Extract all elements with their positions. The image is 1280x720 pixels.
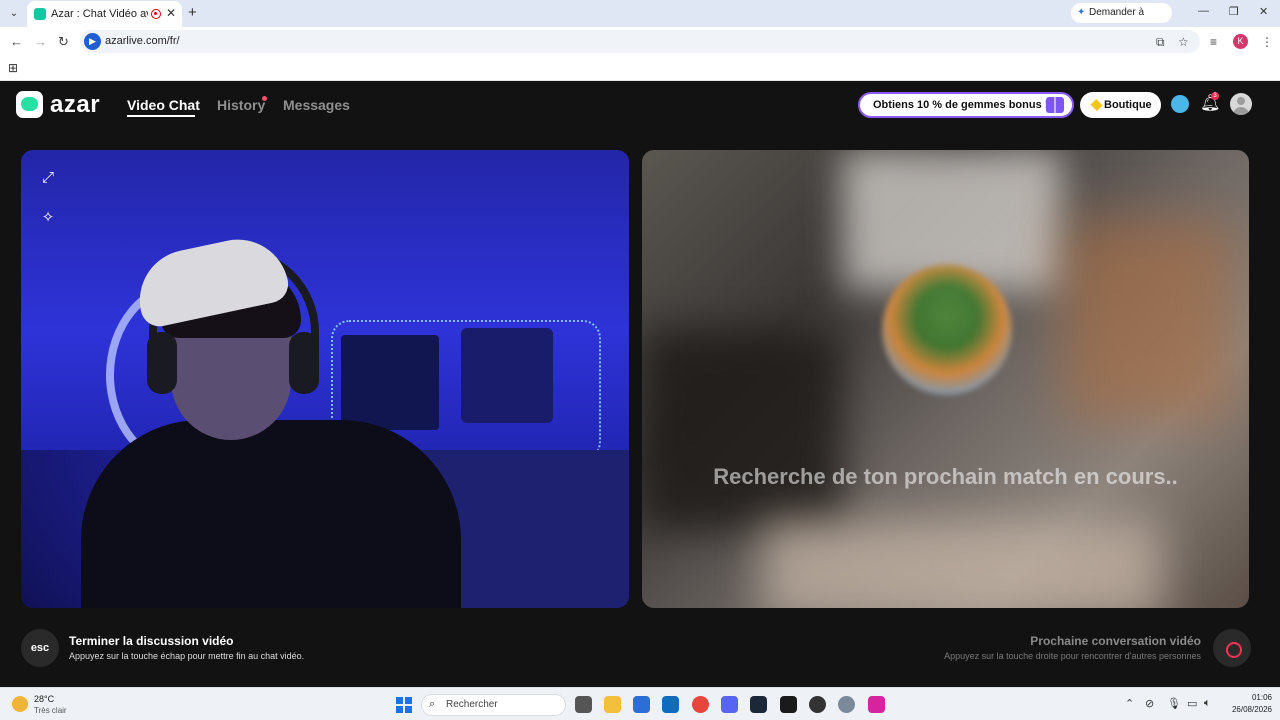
restore-icon[interactable]: ❐ [1229,5,1239,18]
person-body [81,420,461,608]
end-chat-title: Terminer la discussion vidéo [69,634,234,648]
tab-close-icon[interactable]: ✕ [166,6,176,20]
app-icon[interactable] [809,696,826,713]
window-close-icon[interactable]: ✕ [1259,5,1268,18]
gemini-button[interactable]: ✦ Demander à Gemini [1071,3,1172,38]
profile-avatar[interactable]: K [1233,34,1248,49]
site-info-icon[interactable]: ▶ [84,33,101,50]
tray-chevron-icon[interactable]: ⌃ [1125,697,1134,710]
volume-icon[interactable]: 🔈︎ [1204,697,1211,710]
room-shelf [341,335,439,430]
recording-icon [151,9,161,19]
back-icon[interactable]: ← [10,34,23,49]
nav-history[interactable]: History [217,97,265,113]
blur-patch [1062,220,1232,420]
apps-grid-icon[interactable]: ⊞ [8,61,18,75]
blur-patch [642,330,842,530]
next-chat-hint: Appuyez sur la touche droite pour rencon… [944,651,1201,661]
chrome-icon[interactable] [692,696,709,713]
weather-temp[interactable]: 28°C [34,694,54,704]
weather-desc[interactable]: Très clair [34,706,67,715]
headphone-left [147,332,177,394]
taskbar-search-placeholder: Rechercher [446,699,498,710]
discord-icon[interactable] [721,696,738,713]
tab-search-icon[interactable]: ⌄ [6,6,22,22]
more-menu-icon[interactable]: ⋮ [1261,35,1273,49]
network-icon[interactable]: ⊘ [1145,697,1154,710]
weather-moon-icon[interactable] [12,696,28,712]
user-avatar-icon[interactable] [1230,93,1252,115]
end-chat-hint: Appuyez sur la touche échap pour mettre … [69,651,305,661]
browser-tabstrip: ⌄ Azar : Chat Vidéo avec de n ✕ + ✦ Dema… [0,0,1280,38]
clock-date[interactable]: 26/08/2026 [1224,705,1272,714]
search-icon: ⌕ [429,698,436,710]
file-explorer-icon[interactable] [604,696,621,713]
gemini-sparkle-icon: ✦ [1077,7,1086,18]
self-video-feed: ⤢ ✧ [21,150,629,608]
chat-bubble-icon[interactable] [1171,95,1189,113]
bookmark-star-icon[interactable]: ☆ [1178,35,1189,49]
outlook-icon[interactable] [662,696,679,713]
install-app-icon[interactable]: ⧉ [1156,35,1165,50]
gem-icon [1090,98,1103,112]
headphone-right [289,332,319,394]
boutique-button[interactable]: Boutique [1080,92,1161,118]
magic-wand-effects-icon[interactable]: ✧ [38,208,58,228]
blur-patch [762,520,1162,608]
remote-video-feed: Recherche de ton prochain match en cours… [642,150,1249,608]
windows-taskbar: 28°C Très clair ⌕ Rechercher ⌃ ⊘ 🎙︎ ▭ 🔈︎… [0,687,1280,720]
browser-toolbar: ← → ↻ ▶ azarlive.com/fr/ ⧉ ☆ ≡ ⋮ [0,27,1280,56]
azar-page: azar Video Chat History Messages Obtiens… [0,81,1280,687]
gift-icon [1046,97,1064,113]
end-chat-esc-button[interactable]: esc [21,629,59,667]
nav-video-chat[interactable]: Video Chat [127,97,200,113]
azar-logo-text[interactable]: azar [50,91,100,119]
media-queue-icon[interactable]: ≡ [1210,35,1217,49]
azar-favicon-icon [34,8,46,20]
minimize-icon[interactable]: — [1198,5,1209,17]
next-chat-button[interactable] [1213,629,1251,667]
searching-status-text: Recherche de ton prochain match en cours… [713,464,1178,489]
azar-logo-icon[interactable] [16,91,43,118]
microphone-icon[interactable]: 🎙︎ [1167,697,1181,710]
steam-icon[interactable] [750,696,767,713]
address-bar[interactable]: ▶ azarlive.com/fr/ [80,30,1200,53]
taskbar-search[interactable]: ⌕ Rechercher [421,694,566,716]
promo-label: Obtiens 10 % de gemmes bonus ! [873,99,1049,111]
nav-active-underline [127,115,195,117]
notification-badge: 3 [1211,92,1219,100]
gem-bonus-promo-button[interactable]: Obtiens 10 % de gemmes bonus ! [858,92,1074,118]
start-windows-icon[interactable] [396,697,412,713]
new-tab-button[interactable]: + [188,4,197,21]
terminal-icon[interactable] [780,696,797,713]
store-icon[interactable] [633,696,650,713]
bookmarks-bar: ⊞ [0,56,1280,81]
boutique-label: Boutique [1104,99,1152,111]
instagram-icon[interactable] [868,696,885,713]
display-icon[interactable]: ▭ [1187,697,1197,710]
history-notification-dot [262,96,267,101]
browser-tab-azar[interactable]: Azar : Chat Vidéo avec de n ✕ [27,1,182,27]
room-cabinet [461,328,553,423]
reload-icon[interactable]: ↻ [58,34,69,50]
forward-icon[interactable]: → [34,34,47,49]
task-view-icon[interactable] [575,696,592,713]
next-chat-title: Prochaine conversation vidéo [1030,634,1201,648]
clock-time[interactable]: 01:06 [1246,693,1272,702]
address-url[interactable]: azarlive.com/fr/ [105,35,180,47]
globe-icon [882,265,1012,395]
settings-gear-icon[interactable] [838,696,855,713]
nav-messages[interactable]: Messages [283,97,350,113]
tab-title: Azar : Chat Vidéo avec de n [51,8,148,20]
expand-video-icon[interactable]: ⤢ [38,168,58,188]
